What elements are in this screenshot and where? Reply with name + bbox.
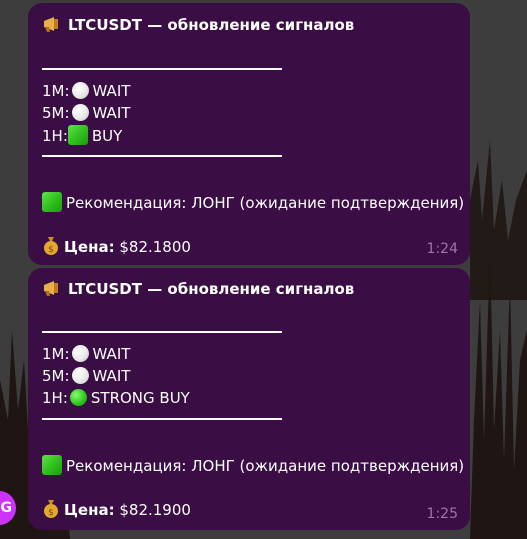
signal-timeframe: 1H: bbox=[42, 389, 68, 407]
title-text: LTCUSDT — обновление сигналов bbox=[68, 280, 355, 298]
signal-timeframe: 5M: bbox=[42, 104, 70, 122]
signal-status: BUY bbox=[91, 127, 123, 145]
svg-text:$: $ bbox=[48, 508, 54, 518]
avatar-letter: G bbox=[0, 500, 13, 516]
signal-timeframe: 1M: bbox=[42, 345, 70, 363]
signal-status: WAIT bbox=[92, 82, 131, 100]
white-circle-icon bbox=[71, 345, 89, 362]
signal-row-5m: 5M: WAIT bbox=[42, 103, 130, 123]
signal-status: WAIT bbox=[92, 104, 131, 122]
message-title: LTCUSDT — обновление сигналов bbox=[42, 15, 354, 38]
signal-timeframe: 5M: bbox=[42, 367, 70, 385]
message-bubble[interactable]: LTCUSDT — обновление сигналов 1M: WAIT 5M… bbox=[28, 268, 470, 530]
recommendation-row: Рекомендация: ЛОНГ (ожидание подтвержден… bbox=[42, 192, 464, 213]
recommendation-text: Рекомендация: ЛОНГ (ожидание подтвержден… bbox=[66, 457, 465, 475]
signal-row-1m: 1M: WAIT bbox=[42, 344, 130, 364]
price-value: $82.1900 bbox=[119, 501, 191, 519]
divider-top bbox=[42, 68, 282, 70]
signal-status: STRONG BUY bbox=[90, 389, 190, 407]
price-row: $ Цена: $82.1800 bbox=[42, 235, 191, 260]
money-bag-icon: $ bbox=[42, 498, 60, 523]
megaphone-icon bbox=[42, 279, 64, 302]
recommendation-row: Рекомендация: ЛОНГ (ожидание подтвержден… bbox=[42, 455, 464, 476]
signal-status: WAIT bbox=[92, 345, 131, 363]
signal-timeframe: 1H: bbox=[42, 127, 68, 145]
signal-row-5m: 5M: WAIT bbox=[42, 366, 130, 386]
green-square-icon bbox=[42, 192, 62, 212]
price-label: Цена: bbox=[64, 501, 115, 519]
message-timestamp: 1:25 bbox=[426, 506, 458, 522]
message-title: LTCUSDT — обновление сигналов bbox=[42, 279, 354, 302]
signal-row-1h: 1H: BUY bbox=[42, 125, 122, 146]
title-text: LTCUSDT — обновление сигналов bbox=[68, 16, 355, 34]
recommendation-text: Рекомендация: ЛОНГ (ожидание подтвержден… bbox=[66, 194, 465, 212]
price-value: $82.1800 bbox=[119, 238, 191, 256]
white-circle-icon bbox=[71, 104, 89, 121]
green-square-icon bbox=[67, 125, 88, 145]
white-circle-icon bbox=[71, 82, 89, 99]
signal-status: WAIT bbox=[92, 367, 131, 385]
signal-row-1m: 1M: WAIT bbox=[42, 81, 130, 101]
signal-timeframe: 1M: bbox=[42, 82, 70, 100]
divider-top bbox=[42, 331, 282, 333]
price-row: $ Цена: $82.1900 bbox=[42, 498, 191, 523]
green-square-icon bbox=[42, 455, 62, 475]
megaphone-icon bbox=[42, 15, 64, 38]
message-timestamp: 1:24 bbox=[426, 241, 458, 257]
price-label: Цена: bbox=[64, 238, 115, 256]
message-bubble[interactable]: LTCUSDT — обновление сигналов 1M: WAIT 5M… bbox=[28, 3, 470, 265]
divider-bottom bbox=[42, 418, 282, 420]
green-circle-icon bbox=[69, 389, 87, 406]
money-bag-icon: $ bbox=[42, 235, 60, 260]
svg-text:$: $ bbox=[48, 245, 54, 255]
white-circle-icon bbox=[71, 367, 89, 384]
signal-row-1h: 1H: STRONG BUY bbox=[42, 388, 190, 408]
divider-bottom bbox=[42, 155, 282, 157]
